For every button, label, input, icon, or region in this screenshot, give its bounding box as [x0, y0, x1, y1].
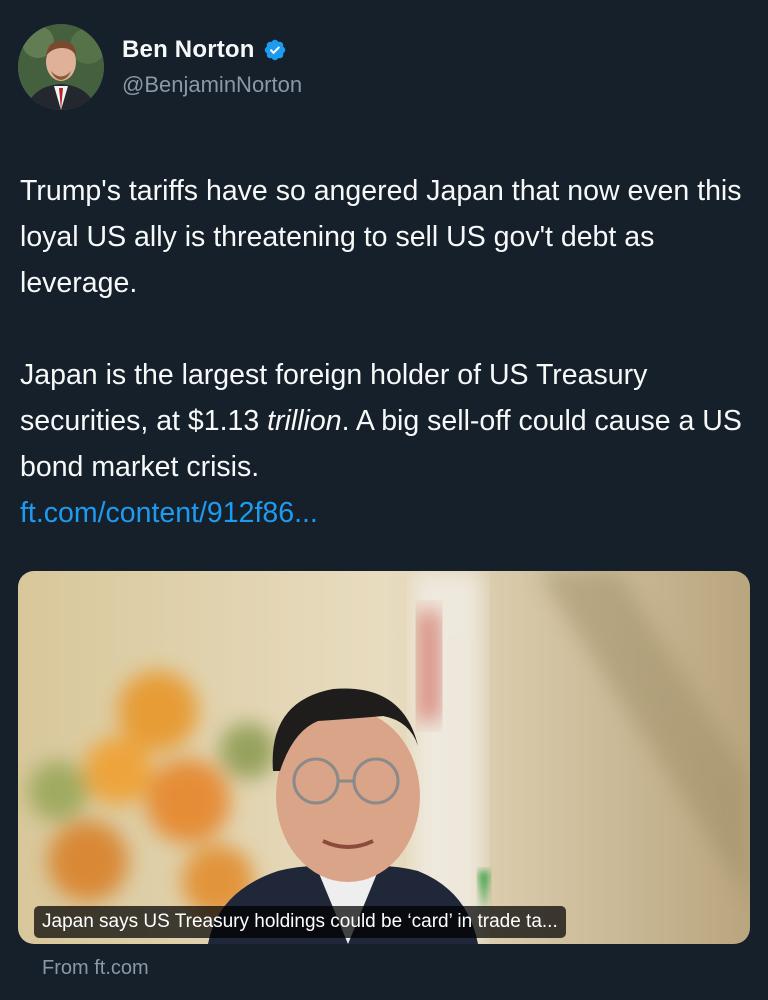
tweet-header: Ben Norton @BenjaminNorton [18, 24, 302, 110]
avatar[interactable] [18, 24, 104, 110]
tweet-emphasis: trillion [267, 405, 342, 437]
verified-check-icon[interactable] [263, 38, 287, 62]
handle[interactable]: @BenjaminNorton [122, 72, 302, 98]
link-card-source[interactable]: From ft.com [42, 957, 149, 980]
display-name[interactable]: Ben Norton [122, 36, 255, 64]
link-card-caption[interactable]: Japan says US Treasury holdings could be… [34, 906, 566, 938]
tweet-link[interactable]: ft.com/content/912f86... [20, 490, 755, 536]
tweet-paragraph-2: Japan is the largest foreign holder of U… [20, 352, 755, 490]
tweet-text: Trump's tariffs have so angered Japan th… [20, 168, 755, 536]
link-card-image[interactable] [18, 571, 750, 944]
link-card[interactable]: Japan says US Treasury holdings could be… [18, 571, 750, 944]
author-names: Ben Norton @BenjaminNorton [122, 36, 302, 98]
tweet-paragraph-1: Trump's tariffs have so angered Japan th… [20, 175, 742, 299]
avatar-image [18, 24, 104, 110]
